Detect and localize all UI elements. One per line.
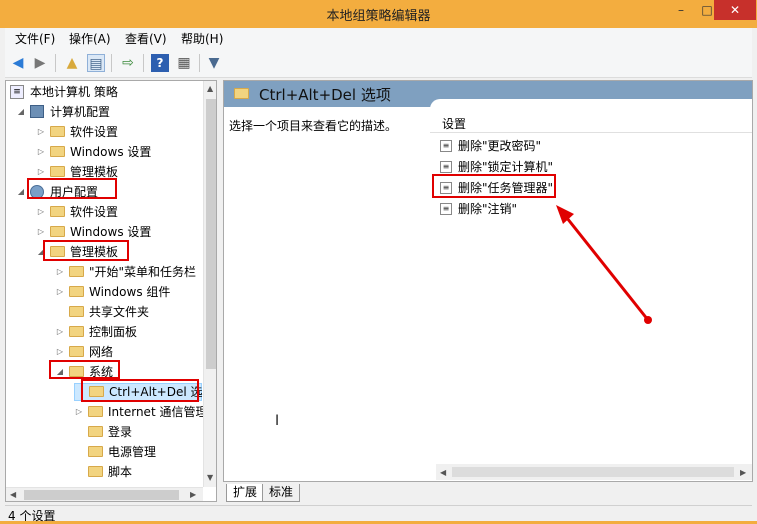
annotation-arrow-shaft (561, 212, 650, 321)
annotation-arrow-tail (644, 316, 652, 324)
group-policy-editor-window: 本地组策略编辑器 – □ ✕ 文件(F) 操作(A) 查看(V) 帮助(H) ◀… (0, 0, 757, 523)
annotation-arrow (556, 205, 652, 324)
